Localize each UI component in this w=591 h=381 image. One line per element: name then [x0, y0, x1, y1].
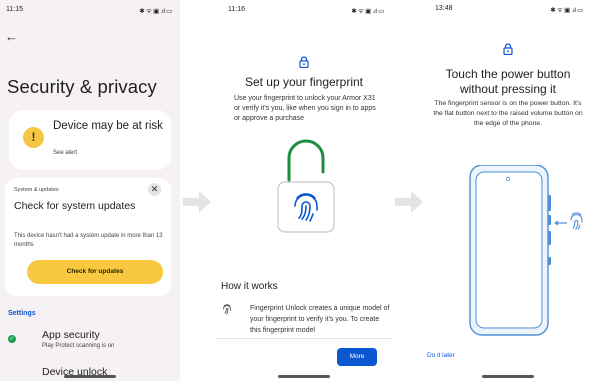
- status-time: 13:48: [435, 5, 453, 12]
- lock-icon: [503, 43, 513, 55]
- gesture-bar[interactable]: [278, 375, 330, 378]
- close-icon[interactable]: ✕: [148, 183, 161, 196]
- status-icons: ✱ ᯤ ▣ .ıl ▭: [550, 7, 583, 14]
- page-description: The fingerprint sensor is on the power b…: [433, 100, 583, 127]
- page-title: Set up your fingerprint: [244, 75, 364, 89]
- status-bar: 11:16 ✱ ᯤ ▣ .ıl ▭: [216, 6, 392, 16]
- status-bar: 13:48 ✱ ᯤ ▣ .ıl ▭: [425, 5, 591, 16]
- page-title: Security & privacy: [7, 76, 157, 97]
- status-time: 11:15: [6, 6, 23, 13]
- page-title: Touch the power button without pressing …: [445, 67, 571, 96]
- fingerprint-setup-screen: 11:16 ✱ ᯤ ▣ .ıl ▭ Set up your fingerprin…: [216, 0, 392, 381]
- fingerprint-icon: [223, 304, 231, 315]
- gesture-bar[interactable]: [64, 375, 116, 378]
- status-icons: ✱ ᯤ ▣ .ıl ▭: [139, 8, 172, 15]
- see-alert-link[interactable]: See alert: [53, 150, 77, 156]
- more-button[interactable]: More: [337, 348, 377, 366]
- app-security-item[interactable]: App security: [42, 329, 100, 341]
- settings-section-label: Settings: [8, 310, 36, 317]
- phone-power-button-illustration: [469, 165, 583, 336]
- app-security-subtitle: Play Protect scanning is on: [42, 343, 115, 349]
- do-it-later-button[interactable]: Do it later: [427, 352, 455, 359]
- check-circle-icon: ✓: [8, 335, 16, 343]
- lock-icon: [299, 56, 309, 68]
- flow-arrow-icon: [395, 191, 423, 213]
- check-for-updates-button[interactable]: Check for updates: [27, 260, 163, 284]
- how-it-works-text: Fingerprint Unlock creates a unique mode…: [250, 305, 390, 334]
- card-label: System & updates: [14, 187, 59, 193]
- card-title: Check for system updates: [14, 200, 136, 212]
- how-it-works-title: How it works: [221, 281, 278, 292]
- alert-title: Device may be at risk: [53, 120, 163, 132]
- status-bar: 11:15 ✱ ᯤ ▣ .ıl ▭: [0, 6, 180, 16]
- back-arrow-icon[interactable]: ←: [5, 30, 18, 43]
- status-icons: ✱ ᯤ ▣ .ıl ▭: [351, 8, 384, 15]
- power-button-sensor-screen: 13:48 ✱ ᯤ ▣ .ıl ▭ Touch the power button…: [425, 0, 591, 381]
- security-privacy-screen: 11:15 ✱ ᯤ ▣ .ıl ▭ ← Security & privacy !…: [0, 0, 180, 381]
- status-time: 11:16: [228, 6, 245, 13]
- page-description: Use your fingerprint to unlock your Armo…: [234, 95, 376, 122]
- device-risk-alert-card[interactable]: ! Device may be at risk See alert: [9, 110, 171, 170]
- flow-arrow-icon: [183, 191, 211, 213]
- gesture-bar[interactable]: [482, 375, 534, 378]
- fingerprint-lock-illustration: [277, 139, 335, 233]
- system-update-card: System & updates ✕ Check for system upda…: [5, 178, 171, 296]
- warning-icon: !: [23, 127, 44, 148]
- card-text: This device hasn't had a system update i…: [14, 233, 163, 248]
